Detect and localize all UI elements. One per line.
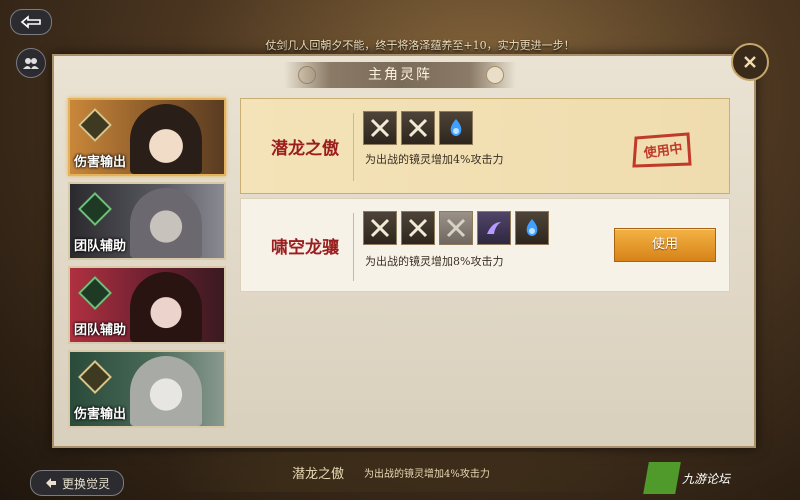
formation-skill-list <box>363 111 473 145</box>
site-watermark: 九游论坛 <box>643 460 796 496</box>
formation-skill-list <box>363 211 549 245</box>
formation-name: 潜龙之傲 <box>271 138 339 159</box>
formation-description: 为出战的镜灵增加8%攻击力 <box>365 255 504 268</box>
modal-title: 主角灵阵 <box>284 62 516 88</box>
character-portrait <box>130 272 202 342</box>
support-role-icon <box>78 276 112 310</box>
crossed-swords-icon[interactable] <box>439 211 473 245</box>
close-icon <box>744 56 756 68</box>
return-arrow-icon <box>20 15 41 29</box>
character-card-2[interactable]: 团队辅助 <box>68 182 226 260</box>
use-formation-button[interactable]: 使用 <box>614 228 716 262</box>
banner-ornament-right-icon <box>486 66 504 84</box>
current-formation-name: 潜龙之傲 <box>292 467 345 482</box>
crossed-swords-icon[interactable] <box>363 211 397 245</box>
character-card-3[interactable]: 团队辅助 <box>68 266 226 344</box>
character-portrait <box>130 188 202 258</box>
character-role-label: 伤害输出 <box>74 155 127 170</box>
friends-button[interactable] <box>16 48 46 78</box>
blue-flame-icon[interactable] <box>439 111 473 145</box>
in-use-stamp: 使用中 <box>630 130 694 170</box>
character-role-label: 伤害输出 <box>74 407 127 422</box>
damage-role-icon <box>78 108 112 142</box>
support-role-icon <box>78 192 112 226</box>
close-button[interactable] <box>731 43 769 81</box>
formation-name: 啸空龙骧 <box>271 237 339 258</box>
crossed-swords-icon[interactable] <box>363 111 397 145</box>
divider <box>353 213 354 281</box>
back-button[interactable] <box>10 9 52 35</box>
current-formation-description: 为出战的镜灵增加4%攻击力 <box>364 469 490 480</box>
crossed-swords-icon[interactable] <box>401 211 435 245</box>
system-notice: 仗剑几人回朝夕不能，终于将洛泽蕴养至+10，实力更进一步！ <box>265 39 575 52</box>
purple-claw-icon[interactable] <box>477 211 511 245</box>
character-card-4[interactable]: 伤害输出 <box>68 350 226 428</box>
character-portrait <box>130 104 202 174</box>
swap-spirit-label: 更换觉灵 <box>61 476 110 491</box>
damage-role-icon <box>78 360 112 394</box>
character-portrait <box>130 356 202 426</box>
swap-arrow-icon <box>45 478 56 488</box>
crossed-swords-icon[interactable] <box>401 111 435 145</box>
blue-flame-icon[interactable] <box>515 211 549 245</box>
formation-description: 为出战的镜灵增加4%攻击力 <box>365 153 504 166</box>
site-logo-icon <box>643 462 681 494</box>
watermark-text: 九游论坛 <box>682 471 731 486</box>
people-icon <box>23 58 39 69</box>
character-role-label: 团队辅助 <box>74 323 127 338</box>
character-card-1[interactable]: 伤害输出 <box>68 98 226 176</box>
swap-spirit-button[interactable]: 更换觉灵 <box>30 470 124 496</box>
character-role-label: 团队辅助 <box>74 239 127 254</box>
divider <box>353 113 354 181</box>
